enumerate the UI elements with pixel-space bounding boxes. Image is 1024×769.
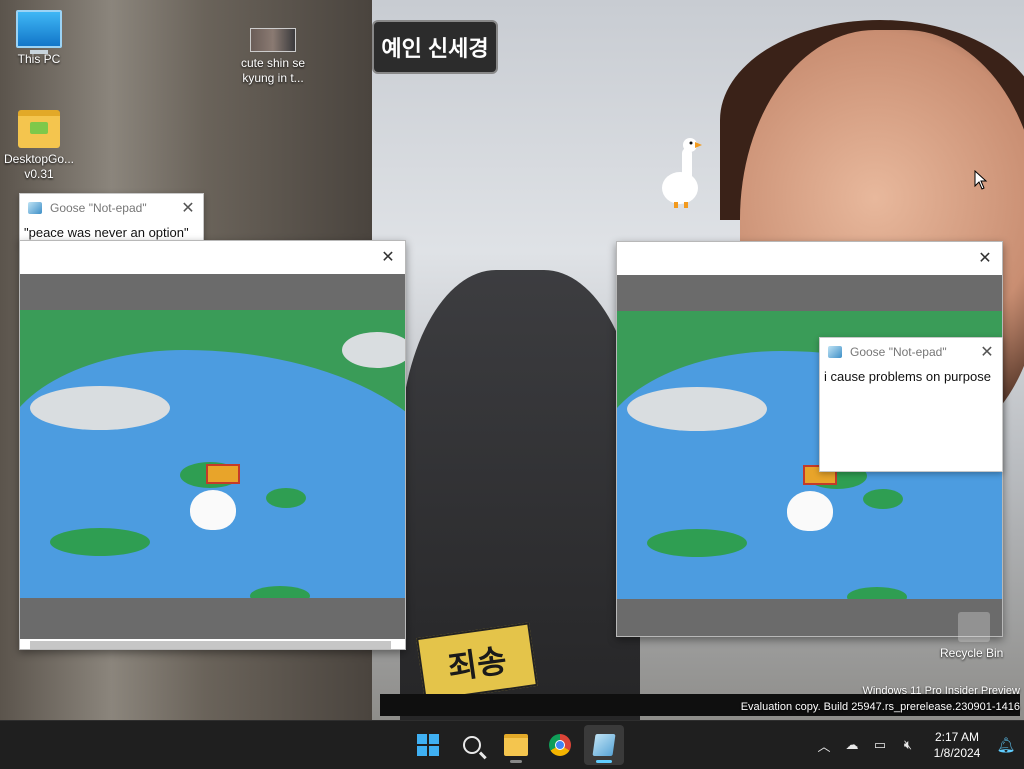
taskbar-apps [408,725,624,765]
horizontal-scrollbar[interactable] [30,641,391,649]
desktop-icon-label: This PC [17,52,61,66]
system-tray: ︿ ☁ ▭ 🔇︎ 2:17 AM 1/8/2024 🔔︎ [810,721,1024,769]
notification-bell-icon[interactable]: 🔔︎ [992,731,1020,759]
image-file-icon [250,28,296,52]
desktop-icon-image-file[interactable]: cute shin se kyung in t... [234,28,312,86]
window-title-bar: ✕ [20,241,405,273]
clock-time: 2:17 AM [934,730,980,744]
close-icon[interactable]: ✕ [371,247,405,267]
wallpaper-tv-caption: 예인 신세경 [372,20,498,74]
video-frame [20,274,405,639]
lily-pad [647,529,747,557]
goose-notepad-window-left[interactable]: Goose "Not-epad" ✕ "peace was never an o… [19,193,204,245]
note-title: Goose "Not-epad" [50,201,147,215]
rock [627,387,767,431]
active-indicator [596,760,612,763]
clock[interactable]: 2:17 AM 1/8/2024 [926,729,988,761]
notepad-icon [828,346,842,358]
notepad-icon [28,202,42,214]
notepad-icon [592,734,616,756]
taskbar-notepad[interactable] [584,725,624,765]
network-icon[interactable]: ▭ [866,731,894,759]
taskbar-chrome[interactable] [540,725,580,765]
volume-muted-icon[interactable]: 🔇︎ [894,731,922,759]
goose-video-window-left[interactable]: ✕ [19,240,406,650]
search-icon [463,736,481,754]
folder-icon [18,110,60,148]
recycle-bin-icon[interactable] [958,612,990,642]
lily-pad [863,489,903,509]
chrome-icon [549,734,571,756]
desktop-icon-desktopgoose[interactable]: DesktopGo... v0.31 [0,110,78,182]
desktop-icon-label: DesktopGo... v0.31 [3,152,75,181]
lily-pad [50,528,150,556]
lily-pad [266,488,306,508]
note-title-bar: Goose "Not-epad" ✕ [20,194,203,222]
computer-icon [16,10,62,54]
taskbar: ︿ ☁ ▭ 🔇︎ 2:17 AM 1/8/2024 🔔︎ [0,720,1024,769]
note-title: Goose "Not-epad" [850,345,947,359]
desktop-icon-label: cute shin se kyung in t... [240,56,306,85]
desktop-icon-this-pc[interactable]: This PC [0,10,78,67]
close-icon[interactable]: ✕ [968,248,1002,268]
start-button[interactable] [408,725,448,765]
crown-sprite [206,464,240,484]
rock [342,332,405,368]
goose-notepad-window-right[interactable]: Goose "Not-epad" ✕ i cause problems on p… [819,337,1003,472]
watermark-line-1: Windows 11 Pro Insider Preview [862,685,1020,697]
search-button[interactable] [452,725,492,765]
window-title-bar: ✕ [617,242,1002,274]
swan-sprite [787,491,833,531]
taskbar-file-explorer[interactable] [496,725,536,765]
pond-scene [20,310,405,598]
note-title-bar: Goose "Not-epad" ✕ [820,338,1002,366]
file-explorer-icon [504,734,528,756]
chevron-up-icon[interactable]: ︿ [810,731,838,759]
close-icon[interactable]: ✕ [173,198,203,218]
windows-start-icon [417,734,439,756]
rock [30,386,170,430]
recycle-bin-label[interactable]: Recycle Bin [940,646,1003,660]
running-indicator [510,760,522,763]
goose-sprite[interactable] [660,136,702,208]
swan-sprite [190,490,236,530]
clock-date: 1/8/2024 [933,746,981,760]
watermark-line-2: Evaluation copy. Build 25947.rs_prerelea… [740,701,1020,713]
onedrive-icon[interactable]: ☁ [838,731,866,759]
note-text[interactable]: i cause problems on purpose [820,366,1002,387]
close-icon[interactable]: ✕ [972,342,1002,362]
mouse-cursor-icon [974,170,988,190]
